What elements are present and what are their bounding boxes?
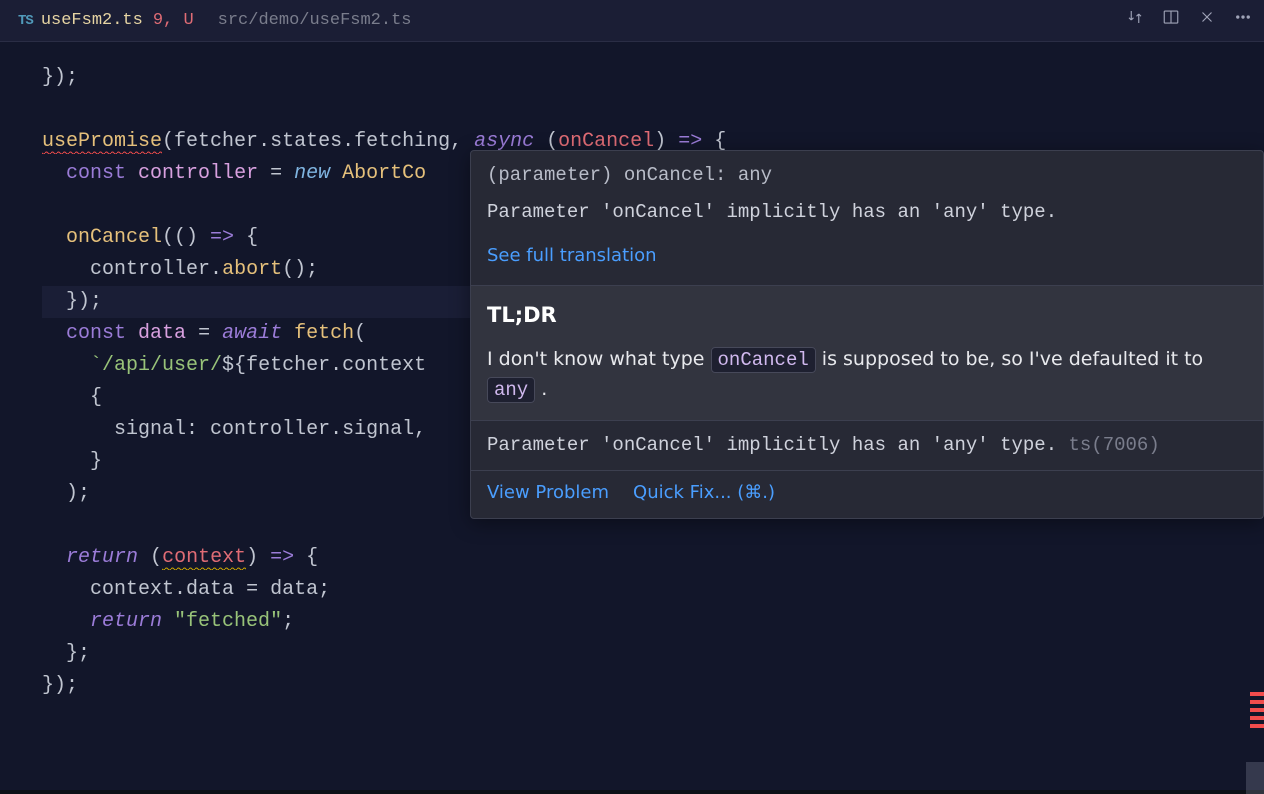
t: any	[738, 164, 772, 186]
code-pill: any	[487, 377, 535, 403]
minimap-error-markers[interactable]	[1250, 692, 1264, 728]
code-line: return "fetched";	[42, 606, 1264, 638]
t: abort	[222, 258, 282, 281]
t: states	[270, 130, 342, 153]
compare-changes-icon[interactable]	[1126, 8, 1144, 33]
t: });	[42, 674, 78, 697]
t: controller	[90, 258, 210, 281]
t: controller	[138, 162, 258, 185]
hover-diagnostic: Parameter 'onCancel' implicitly has an '…	[471, 420, 1263, 470]
more-actions-icon[interactable]	[1234, 8, 1252, 33]
code-line: };	[42, 638, 1264, 670]
breadcrumb[interactable]: src/demo/useFsm2.ts	[218, 11, 412, 30]
editor-tab[interactable]: TS useFsm2.ts 9, U	[12, 0, 200, 41]
t: new	[294, 162, 330, 185]
minimap-scrollbar[interactable]	[1246, 762, 1264, 794]
hover-tooltip: (parameter) onCancel: any Parameter 'onC…	[470, 150, 1264, 519]
t: });	[42, 66, 78, 89]
t: "fetched"	[174, 610, 282, 633]
t: data	[138, 322, 186, 345]
t: };	[66, 642, 90, 665]
hover-message: Parameter 'onCancel' implicitly has an '…	[471, 194, 1263, 237]
code-line: });	[42, 670, 1264, 702]
code-editor[interactable]: }); usePromise(fetcher.states.fetching, …	[0, 42, 1264, 790]
t: onCancel	[66, 226, 162, 249]
t: });	[66, 290, 102, 313]
code-pill: onCancel	[711, 347, 816, 373]
t: fetcher	[246, 354, 330, 377]
t: AbortCo	[342, 162, 426, 185]
t: .	[535, 378, 547, 400]
t: data	[270, 578, 318, 601]
error-code: ts(7006)	[1069, 434, 1160, 456]
t: fetching	[354, 130, 450, 153]
see-translation-link[interactable]: See full translation	[487, 245, 657, 266]
t: `/api/user/	[90, 354, 222, 377]
tab-filename: useFsm2.ts	[41, 11, 143, 30]
t: return	[66, 546, 138, 569]
t: return	[90, 610, 162, 633]
split-editor-icon[interactable]	[1162, 8, 1180, 33]
t: signal	[342, 418, 414, 441]
code-line: return (context) => {	[42, 542, 1264, 574]
close-icon[interactable]	[1198, 8, 1216, 33]
code-line: });	[42, 62, 1264, 94]
t: is supposed to be, so I've defaulted it …	[816, 348, 1203, 370]
t: fetcher	[174, 130, 258, 153]
t: usePromise	[42, 130, 162, 154]
hover-actions: View Problem Quick Fix... (⌘.)	[471, 470, 1263, 518]
t: controller	[210, 418, 330, 441]
t: signal	[114, 418, 186, 441]
t: const	[66, 162, 126, 185]
t: fetch	[294, 322, 354, 345]
t: context	[162, 546, 246, 570]
t: I don't know what type	[487, 348, 711, 370]
t: context	[90, 578, 174, 601]
code-line	[42, 94, 1264, 126]
view-problem-link[interactable]: View Problem	[487, 479, 609, 506]
titlebar: TS useFsm2.ts 9, U src/demo/useFsm2.ts	[0, 0, 1264, 42]
t: (parameter)	[487, 164, 624, 186]
t: Parameter 'onCancel' implicitly has an '…	[487, 434, 1057, 456]
t: const	[66, 322, 126, 345]
t: onCancel	[624, 164, 715, 186]
hover-explanation: I don't know what type onCancel is suppo…	[471, 337, 1263, 420]
typescript-icon: TS	[18, 13, 33, 29]
hover-tldr-heading: TL;DR	[471, 285, 1263, 338]
hover-signature: (parameter) onCancel: any	[471, 151, 1263, 194]
t: await	[222, 322, 282, 345]
tab-dirty-badge: 9, U	[153, 11, 194, 30]
hover-translation-link[interactable]: See full translation	[471, 236, 1263, 285]
code-line: context.data = data;	[42, 574, 1264, 606]
quick-fix-link[interactable]: Quick Fix... (⌘.)	[633, 479, 775, 506]
t: context	[342, 354, 426, 377]
t: data	[186, 578, 234, 601]
